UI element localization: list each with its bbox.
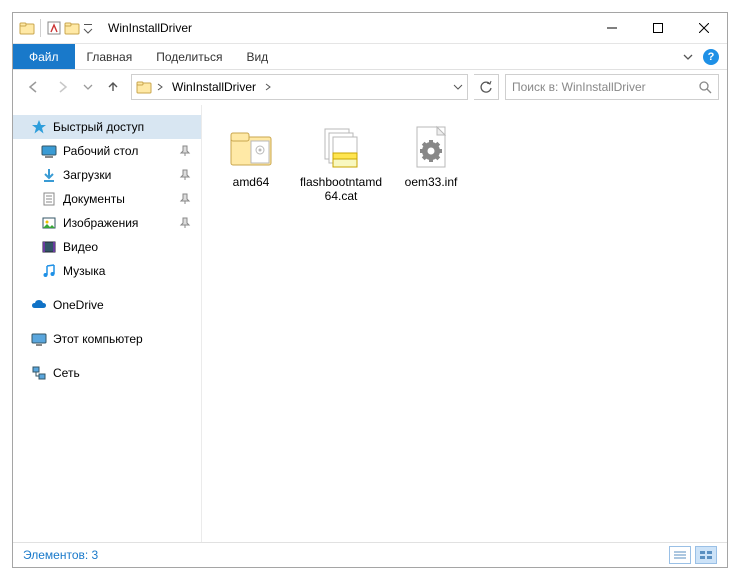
forward-button[interactable]: [51, 75, 75, 99]
file-item[interactable]: oem33.inf: [386, 119, 476, 203]
breadcrumb-chevron[interactable]: [260, 83, 276, 91]
videos-icon: [41, 239, 57, 255]
nav-item-videos[interactable]: Видео: [13, 235, 201, 259]
tab-file[interactable]: Файл: [13, 44, 75, 69]
details-view-button[interactable]: [669, 546, 691, 564]
downloads-icon: [41, 167, 57, 183]
nav-quick-access[interactable]: Быстрый доступ: [13, 115, 201, 139]
cloud-icon: [31, 297, 47, 313]
nav-item-desktop[interactable]: Рабочий стол: [13, 139, 201, 163]
file-name: amd64: [233, 175, 270, 189]
nav-item-documents[interactable]: Документы: [13, 187, 201, 211]
maximize-button[interactable]: [635, 13, 681, 43]
nav-label: Видео: [63, 240, 98, 254]
file-item[interactable]: amd64: [206, 119, 296, 203]
breadcrumb-label: WinInstallDriver: [172, 80, 256, 94]
address-dropdown-icon[interactable]: [449, 82, 467, 92]
inf-icon: [407, 123, 455, 171]
item-count: Элементов: 3: [23, 548, 98, 562]
pictures-icon: [41, 215, 57, 231]
file-name: oem33.inf: [405, 175, 458, 189]
tab-view[interactable]: Вид: [234, 44, 280, 69]
window-controls: [589, 13, 727, 43]
refresh-button[interactable]: [474, 74, 499, 100]
nav-label: Этот компьютер: [53, 332, 143, 346]
nav-label: Сеть: [53, 366, 80, 380]
window-title: WinInstallDriver: [108, 21, 192, 35]
cat-icon: [317, 123, 365, 171]
nav-label: Изображения: [63, 216, 138, 230]
pin-icon: [179, 193, 191, 205]
search-icon: [698, 80, 712, 94]
pin-icon: [179, 217, 191, 229]
nav-network[interactable]: Сеть: [13, 361, 201, 385]
body: Быстрый доступ Рабочий стол Загрузки Докум…: [13, 105, 727, 542]
folder-icon: [136, 79, 152, 95]
nav-item-music[interactable]: Музыка: [13, 259, 201, 283]
address-bar: WinInstallDriver Поиск в: WinInstallDriv…: [13, 70, 727, 105]
icons-view-button[interactable]: [695, 546, 717, 564]
star-icon: [31, 119, 47, 135]
network-icon: [31, 365, 47, 381]
nav-label: OneDrive: [53, 298, 104, 312]
nav-label: Рабочий стол: [63, 144, 138, 158]
new-folder-icon[interactable]: [64, 20, 80, 36]
tab-share[interactable]: Поделиться: [144, 44, 234, 69]
file-list[interactable]: amd64 flashbootntamd64.cat oem33.inf: [202, 105, 727, 542]
properties-icon[interactable]: [46, 20, 62, 36]
address-box[interactable]: WinInstallDriver: [131, 74, 468, 100]
nav-label: Быстрый доступ: [53, 120, 144, 134]
nav-label: Документы: [63, 192, 125, 206]
documents-icon: [41, 191, 57, 207]
back-button[interactable]: [21, 75, 45, 99]
search-placeholder: Поиск в: WinInstallDriver: [512, 80, 698, 94]
breadcrumb-item[interactable]: WinInstallDriver: [168, 80, 260, 94]
breadcrumb-chevron[interactable]: [152, 83, 168, 91]
search-box[interactable]: Поиск в: WinInstallDriver: [505, 74, 719, 100]
navigation-pane: Быстрый доступ Рабочий стол Загрузки Докум…: [13, 105, 202, 542]
nav-onedrive[interactable]: OneDrive: [13, 293, 201, 317]
tab-home[interactable]: Главная: [75, 44, 145, 69]
up-button[interactable]: [101, 75, 125, 99]
separator: [40, 19, 41, 37]
folder-icon: [19, 20, 35, 36]
nav-label: Загрузки: [63, 168, 111, 182]
quick-access-toolbar: [13, 19, 94, 37]
nav-item-pictures[interactable]: Изображения: [13, 211, 201, 235]
pc-icon: [31, 331, 47, 347]
pin-icon: [179, 169, 191, 181]
title-bar: WinInstallDriver: [13, 13, 727, 44]
nav-item-downloads[interactable]: Загрузки: [13, 163, 201, 187]
ribbon-expand-icon[interactable]: [683, 52, 693, 62]
file-item[interactable]: flashbootntamd64.cat: [296, 119, 386, 203]
status-bar: Элементов: 3: [13, 542, 727, 567]
folder-icon: [227, 123, 275, 171]
nav-this-pc[interactable]: Этот компьютер: [13, 327, 201, 351]
recent-locations-button[interactable]: [81, 75, 95, 99]
qat-dropdown-icon[interactable]: [82, 20, 94, 36]
help-button[interactable]: ?: [703, 49, 719, 65]
close-button[interactable]: [681, 13, 727, 43]
music-icon: [41, 263, 57, 279]
desktop-icon: [41, 143, 57, 159]
pin-icon: [179, 145, 191, 157]
nav-label: Музыка: [63, 264, 105, 278]
ribbon-tabs: Файл Главная Поделиться Вид ?: [13, 44, 727, 70]
file-name: flashbootntamd64.cat: [298, 175, 384, 203]
minimize-button[interactable]: [589, 13, 635, 43]
